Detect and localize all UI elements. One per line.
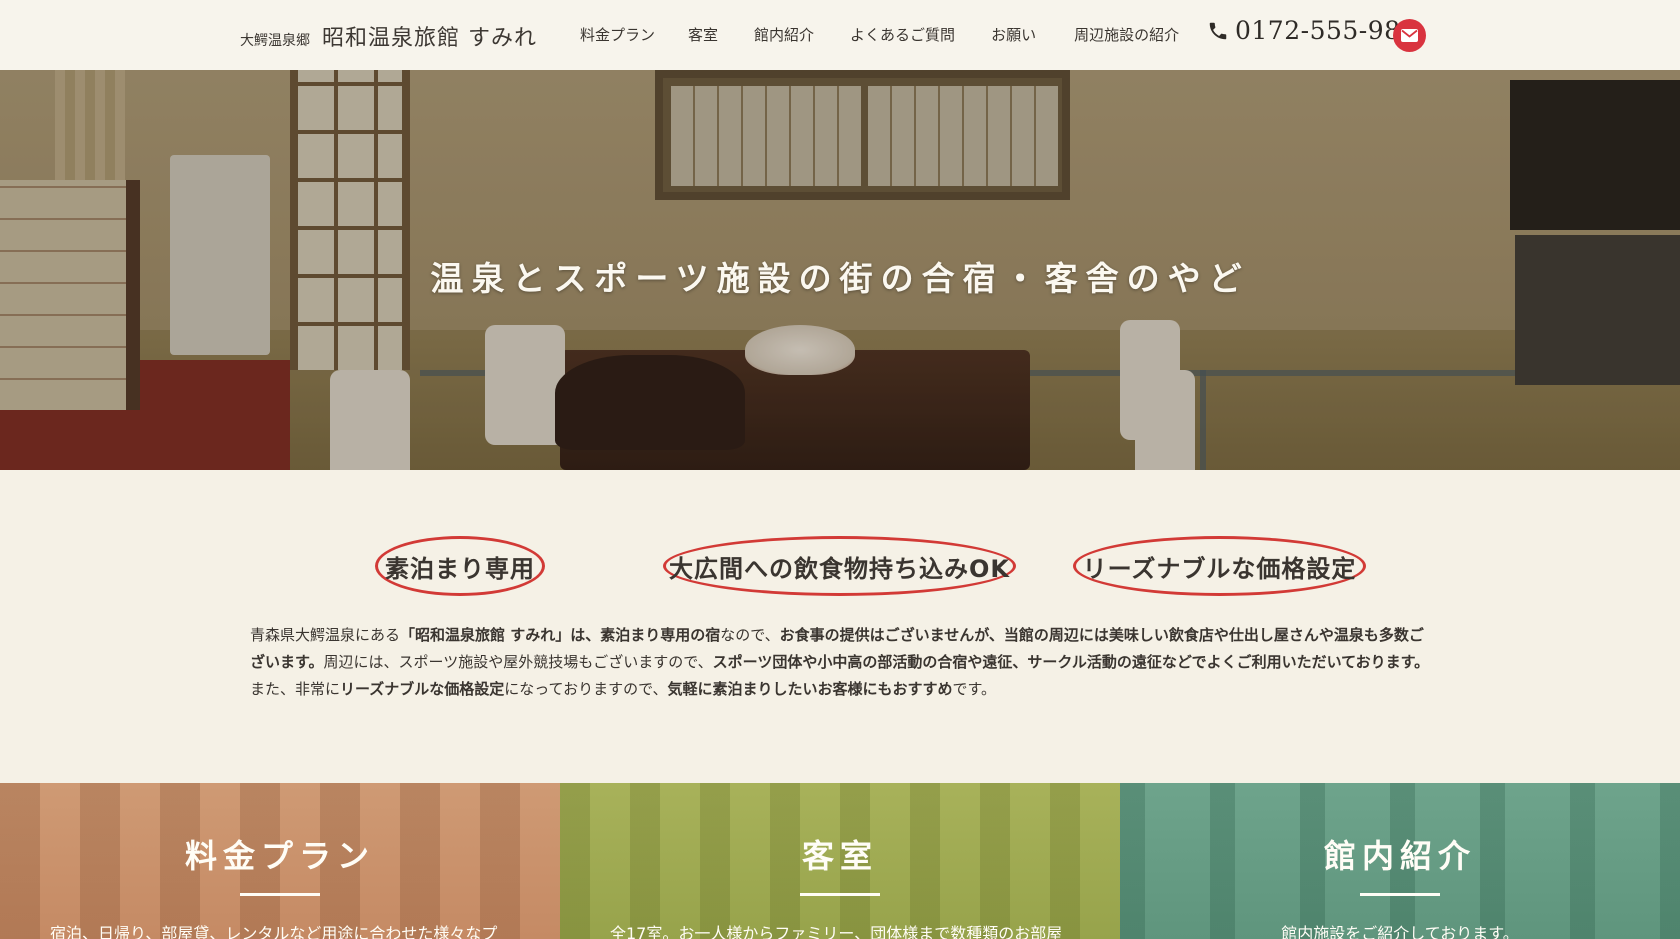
intro-text-bold: リーズナブルな価格設定 bbox=[340, 680, 505, 698]
brand-logo[interactable]: 大鰐温泉郷 昭和温泉旅館 すみれ bbox=[240, 20, 537, 52]
card-title: 客室 bbox=[801, 837, 878, 875]
nav-item-faq[interactable]: よくあるご質問 bbox=[850, 24, 955, 45]
nav-item-requests[interactable]: お願い bbox=[991, 24, 1036, 45]
intro-text-bold: 気軽に素泊まりしたいお客様にもおすすめ bbox=[667, 680, 953, 698]
intro-text-bold: スポーツ団体や小中高の部活動の合宿や遠征、サークル活動の遠征などでよくご利用いた… bbox=[712, 653, 1430, 671]
intro-text: なので、 bbox=[720, 626, 780, 644]
card-divider bbox=[1360, 893, 1440, 896]
intro-text-bold: 「昭和温泉旅館 すみれ」は、素泊まり専用の宿 bbox=[400, 626, 721, 644]
card-description: 館内施設をご紹介しております。 bbox=[1281, 924, 1519, 939]
nav-item-rooms[interactable]: 客室 bbox=[688, 24, 718, 45]
hero-banner: 温泉とスポーツ施設の街の合宿・客舎のやど bbox=[0, 70, 1680, 470]
feature-badge-room-only: 素泊まり専用 bbox=[375, 536, 545, 596]
main-nav: 料金プラン 客室 館内紹介 よくあるご質問 お願い 周辺施設の紹介 bbox=[580, 24, 1179, 45]
card-rooms[interactable]: 客室 全17室。お一人様からファミリー、団体様まで数種類のお部屋 bbox=[560, 783, 1120, 939]
nav-item-facility[interactable]: 館内紹介 bbox=[754, 24, 814, 45]
card-title: 料金プラン bbox=[184, 837, 375, 875]
card-facility[interactable]: 館内紹介 館内施設をご紹介しております。 bbox=[1120, 783, 1680, 939]
card-divider bbox=[240, 893, 320, 896]
card-title: 館内紹介 bbox=[1323, 837, 1476, 875]
feature-badge-reasonable-price: リーズナブルな価格設定 bbox=[1073, 536, 1366, 596]
brand-title: 昭和温泉旅館 すみれ bbox=[322, 26, 537, 51]
intro-text: です。 bbox=[952, 680, 997, 698]
mail-icon bbox=[1401, 29, 1418, 42]
intro-paragraph: 青森県大鰐温泉にある「昭和温泉旅館 すみれ」は、素泊まり専用の宿なので、お食事の… bbox=[250, 622, 1430, 703]
mail-button[interactable] bbox=[1393, 19, 1426, 52]
phone-number: 0172-555-983 bbox=[1235, 16, 1417, 45]
intro-text: 周辺には、スポーツ施設や屋外競技場もございますので、 bbox=[323, 653, 713, 671]
hero-tagline: 温泉とスポーツ施設の街の合宿・客舎のやど bbox=[430, 259, 1250, 298]
intro-text: になっておりますので、 bbox=[504, 680, 668, 698]
site-header: 大鰐温泉郷 昭和温泉旅館 すみれ 料金プラン 客室 館内紹介 よくあるご質問 お… bbox=[0, 0, 1680, 70]
nav-item-pricing[interactable]: 料金プラン bbox=[580, 24, 655, 45]
card-divider bbox=[800, 893, 880, 896]
category-cards: 料金プラン 宿泊、日帰り、部屋貸、レンタルなど用途に合わせた様々なプ 客室 全1… bbox=[0, 783, 1680, 939]
card-description: 全17室。お一人様からファミリー、団体様まで数種類のお部屋 bbox=[610, 924, 1063, 939]
feature-badge-food-ok: 大広間への飲食物持ち込みOK bbox=[663, 536, 1016, 596]
phone-icon bbox=[1209, 22, 1227, 39]
phone-contact[interactable]: 0172-555-983 bbox=[1207, 16, 1417, 45]
intro-text: また、非常に bbox=[250, 680, 341, 698]
card-pricing[interactable]: 料金プラン 宿泊、日帰り、部屋貸、レンタルなど用途に合わせた様々なプ bbox=[0, 783, 560, 939]
features-section: 素泊まり専用 大広間への飲食物持ち込みOK リーズナブルな価格設定 青森県大鰐温… bbox=[0, 470, 1680, 783]
nav-item-nearby[interactable]: 周辺施設の紹介 bbox=[1074, 24, 1179, 45]
card-description: 宿泊、日帰り、部屋貸、レンタルなど用途に合わせた様々なプ bbox=[50, 924, 498, 939]
brand-subtitle: 大鰐温泉郷 bbox=[240, 33, 310, 49]
intro-text: 青森県大鰐温泉にある bbox=[250, 626, 401, 644]
